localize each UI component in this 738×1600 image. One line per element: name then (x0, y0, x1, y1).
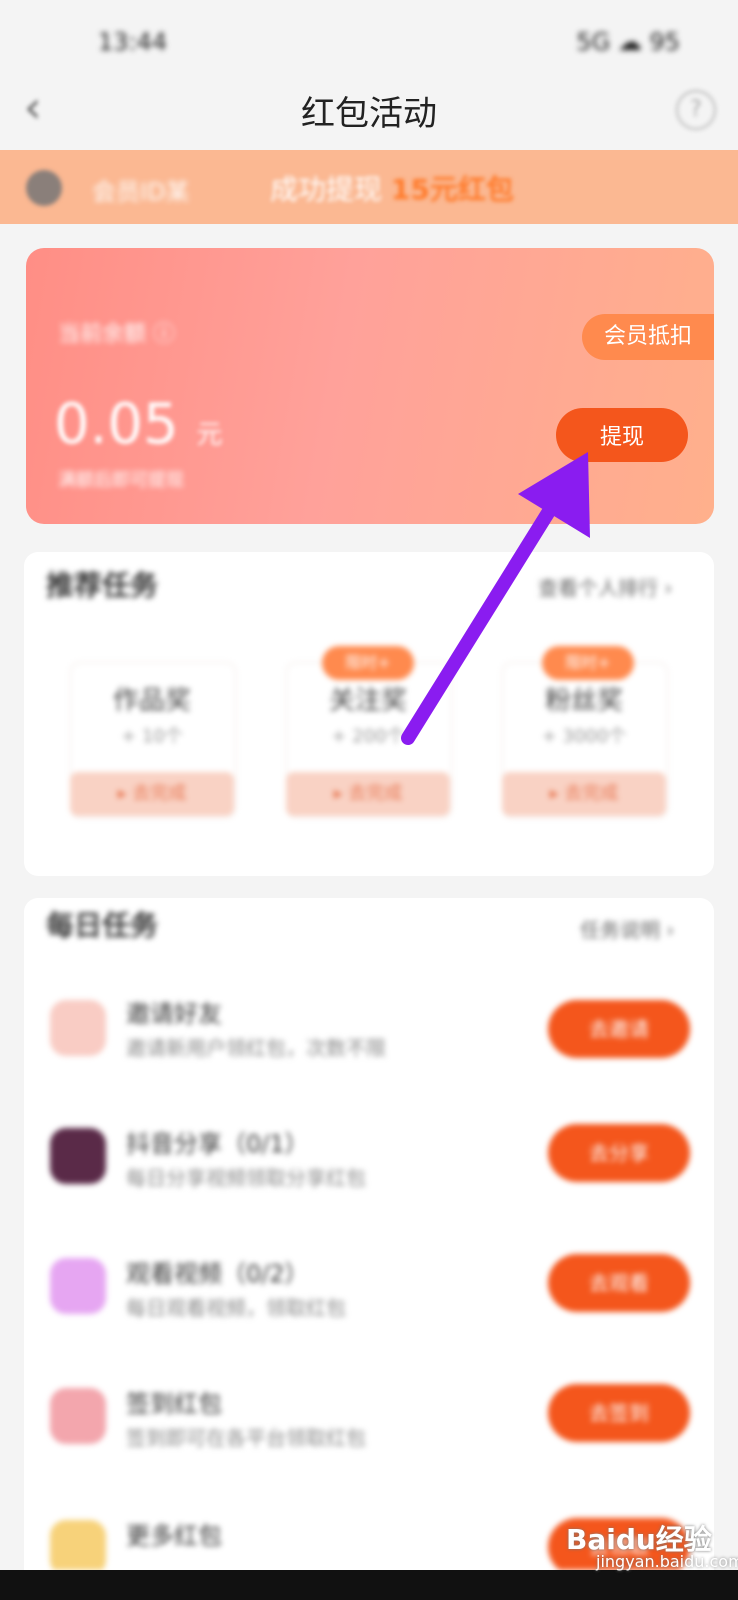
watermark-url: jingyan.baidu.com (596, 1552, 738, 1571)
annotation-arrow (401, 452, 590, 745)
system-nav-bar (0, 1570, 738, 1600)
annotation-arrow-head (518, 452, 590, 538)
annotation-arrow-shaft (401, 493, 563, 745)
